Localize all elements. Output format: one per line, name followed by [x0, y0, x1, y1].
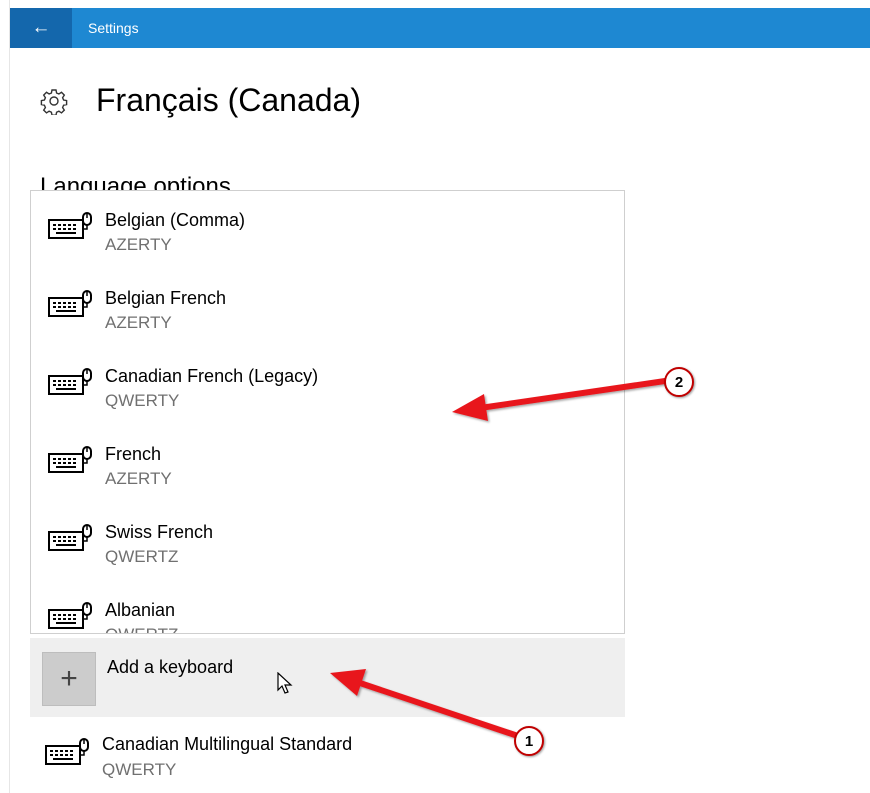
keyboard-layout: AZERTY — [105, 235, 172, 254]
add-keyboard-button[interactable]: + Add a keyboard — [30, 638, 625, 717]
keyboard-option[interactable]: Swiss French QWERTZ — [31, 503, 624, 581]
keyboard-option[interactable]: Albanian QWERTZ — [31, 581, 624, 633]
keyboard-name: Belgian French — [105, 288, 227, 308]
window-left-edge — [0, 0, 10, 793]
keyboard-option[interactable]: Canadian French (Legacy) QWERTY — [31, 347, 624, 425]
keyboard-layout: QWERTZ — [105, 547, 179, 566]
keyboard-layout: AZERTY — [105, 313, 172, 332]
page-title: Français (Canada) — [96, 82, 361, 118]
gear-icon — [40, 88, 68, 115]
keyboard-icon — [45, 738, 89, 765]
keyboard-name: Swiss French — [105, 522, 214, 542]
callout-2: 2 — [664, 367, 694, 397]
back-button[interactable]: ← — [10, 8, 72, 48]
keyboard-option[interactable]: Belgian (Comma) AZERTY — [31, 191, 624, 269]
keyboard-layout: AZERTY — [105, 469, 172, 488]
keyboard-icon — [48, 446, 92, 473]
keyboard-option[interactable]: Belgian French AZERTY — [31, 269, 624, 347]
add-keyboard-label: Add a keyboard — [107, 657, 234, 677]
keyboard-icon — [48, 368, 92, 395]
back-arrow-icon: ← — [31, 17, 51, 38]
keyboard-name: Canadian French (Legacy) — [105, 366, 319, 386]
page-header: Français (Canada) — [40, 82, 361, 119]
keyboard-dropdown-list[interactable]: Belgian (Comma) AZERTY Belgian French AZ… — [30, 190, 625, 634]
keyboard-name: Canadian Multilingual Standard — [102, 734, 353, 754]
section-title: Language options — [40, 173, 231, 192]
keyboard-name: Belgian (Comma) — [105, 210, 246, 230]
keyboard-icon — [48, 524, 92, 551]
keyboard-layout: QWERTZ — [105, 625, 178, 633]
plus-icon: + — [42, 652, 96, 706]
keyboard-icon — [48, 212, 92, 239]
keyboard-layout: QWERTY — [102, 760, 177, 779]
keyboard-name: French — [105, 444, 162, 464]
title-bar — [10, 8, 870, 48]
keyboard-icon — [48, 602, 92, 629]
callout-1: 1 — [514, 726, 544, 756]
window-title: Settings — [88, 20, 139, 36]
keyboard-option[interactable]: French AZERTY — [31, 425, 624, 503]
keyboard-name: Albanian — [105, 600, 176, 620]
keyboard-icon — [48, 290, 92, 317]
mouse-pointer-icon — [277, 672, 293, 694]
keyboard-layout: QWERTY — [105, 391, 180, 410]
